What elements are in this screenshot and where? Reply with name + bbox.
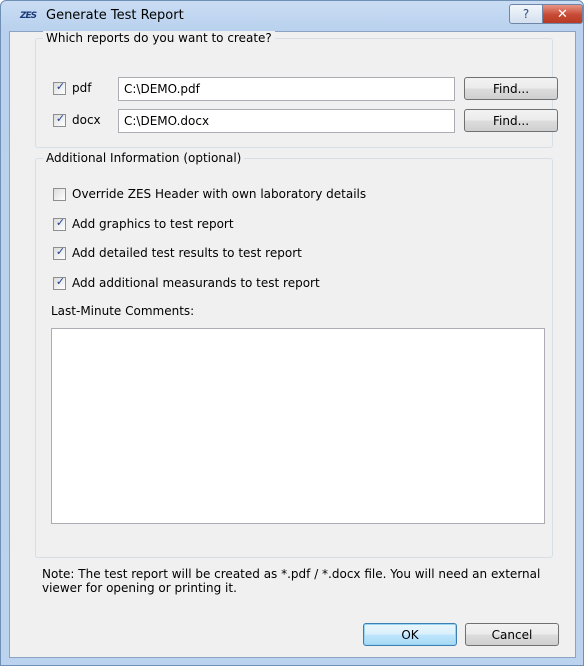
- zes-logo-icon: ZES: [20, 11, 37, 21]
- add-graphics-label: Add graphics to test report: [72, 217, 234, 231]
- docx-label: docx: [72, 113, 101, 127]
- ok-button[interactable]: OK: [363, 623, 457, 646]
- add-graphics-checkbox[interactable]: ✓: [53, 216, 66, 231]
- comments-textarea[interactable]: [51, 328, 545, 524]
- help-icon: ?: [522, 7, 530, 21]
- pdf-checkbox[interactable]: ✓: [53, 80, 66, 95]
- window-title: Generate Test Report: [46, 8, 184, 23]
- close-icon: ✕: [557, 6, 568, 22]
- pdf-label: pdf: [72, 81, 92, 95]
- pdf-find-button[interactable]: Find...: [464, 77, 558, 100]
- docx-checkbox[interactable]: ✓: [53, 112, 66, 127]
- pdf-path-input[interactable]: C:\DEMO.pdf: [118, 77, 455, 101]
- title-bar[interactable]: ZES Generate Test Report ? ✕: [1, 1, 583, 31]
- dialog-client-area: Which reports do you want to create? ✓ p…: [9, 31, 576, 658]
- override-header-checkbox[interactable]: [53, 188, 66, 201]
- docx-check-icon: ✓: [55, 112, 66, 125]
- comments-label: Last-Minute Comments:: [51, 304, 195, 318]
- note-text: Note: The test report will be created as…: [42, 567, 541, 595]
- add-detailed-results-checkbox[interactable]: ✓: [53, 245, 66, 260]
- reports-group-legend: Which reports do you want to create?: [43, 31, 275, 45]
- close-button[interactable]: ✕: [542, 4, 583, 24]
- add-graphics-check-icon: ✓: [55, 216, 66, 229]
- add-measurands-label: Add additional measurands to test report: [72, 276, 320, 290]
- docx-path-input[interactable]: C:\DEMO.docx: [118, 109, 455, 133]
- add-detailed-results-check-icon: ✓: [55, 245, 66, 258]
- docx-find-button[interactable]: Find...: [464, 109, 558, 132]
- add-measurands-check-icon: ✓: [55, 275, 66, 288]
- add-measurands-checkbox[interactable]: ✓: [53, 275, 66, 290]
- pdf-check-icon: ✓: [55, 80, 66, 93]
- add-detailed-results-label: Add detailed test results to test report: [72, 246, 302, 260]
- dialog-window: ZES Generate Test Report ? ✕ Which repor…: [0, 0, 584, 666]
- cancel-button[interactable]: Cancel: [465, 623, 559, 646]
- additional-info-legend: Additional Information (optional): [43, 151, 245, 165]
- help-button[interactable]: ?: [509, 4, 543, 24]
- override-header-label: Override ZES Header with own laboratory …: [72, 187, 367, 201]
